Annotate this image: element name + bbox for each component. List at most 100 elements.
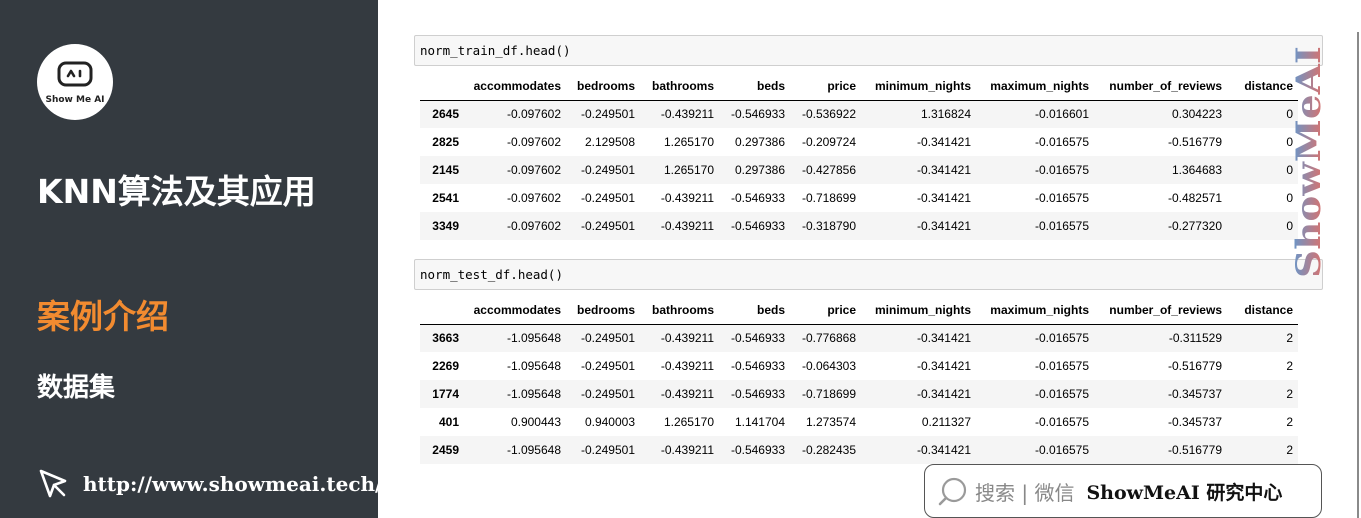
badge-brand-text: ShowMeAI 研究中心: [1086, 481, 1283, 504]
showmeai-logo[interactable]: Show Me AI: [37, 44, 113, 120]
sub-title: 数据集: [37, 373, 116, 403]
column-header: price: [790, 73, 861, 101]
table-cell: -0.439211: [660, 387, 714, 401]
table-cell: -0.546933: [730, 359, 785, 373]
column-header: bedrooms: [566, 73, 640, 101]
table-cell: -0.249501: [580, 163, 635, 177]
table-cell: -0.016575: [1034, 387, 1089, 401]
table-cell: -0.249501: [580, 359, 635, 373]
table-cell: 1.265170: [663, 415, 714, 429]
test-table-body: 3663 -1.095648 -0.249501 -0.439211 -0.546933…: [420, 324, 1298, 464]
table-cell: 0: [1286, 219, 1293, 233]
course-title: KNN算法及其应用: [37, 172, 316, 211]
table-cell: -0.097602: [506, 219, 561, 233]
table-cell: -0.546933: [730, 107, 785, 122]
table-cell: -0.016575: [1034, 191, 1089, 205]
table-cell: 1.273574: [805, 415, 856, 429]
table-cell: -0.016575: [1034, 331, 1089, 346]
row-index: 401: [438, 415, 459, 429]
table-cell: 2: [1286, 331, 1293, 346]
code-cell-train[interactable]: norm_train_df.head(): [414, 35, 1323, 66]
column-header: [420, 297, 464, 325]
row-index: 2541: [432, 191, 459, 205]
table-cell: 1.316824: [920, 107, 971, 122]
code-cell-test[interactable]: norm_test_df.head(): [414, 259, 1323, 290]
table-cell: 0: [1286, 107, 1293, 122]
table-cell: 0: [1286, 191, 1293, 205]
row-index: 3349: [432, 219, 459, 233]
train-dataframe: accommodates bedrooms bathrooms beds pri…: [420, 73, 1298, 240]
table-cell: -0.016601: [1034, 107, 1089, 122]
search-icon: [938, 477, 967, 506]
test-dataframe: accommodates bedrooms bathrooms beds pri…: [420, 297, 1298, 464]
table-cell: -0.341421: [916, 191, 971, 205]
column-header: minimum_nights: [861, 297, 976, 325]
table-cell: -0.718699: [801, 191, 856, 205]
table-cell: -0.546933: [730, 219, 785, 233]
table-cell: -0.718699: [801, 387, 856, 401]
table-cell: -0.064303: [801, 359, 856, 373]
table-cell: 1.141704: [734, 415, 785, 429]
table-cell: -0.249501: [580, 191, 635, 205]
table-cell: -0.516779: [1167, 135, 1222, 149]
table-cell: -0.277320: [1167, 219, 1222, 233]
table-row: 3663 -1.095648 -0.249501 -0.439211 -0.546933…: [420, 324, 1298, 352]
table-cell: 0.940003: [584, 415, 635, 429]
table-cell: -0.249501: [580, 331, 635, 346]
row-index: 2459: [432, 443, 459, 457]
column-header: accommodates: [464, 297, 566, 325]
table-cell: 2: [1286, 387, 1293, 401]
table-cell: -0.097602: [506, 107, 561, 122]
cursor-click-icon: [39, 469, 67, 498]
section-title: 案例介绍: [37, 297, 169, 336]
table-cell: -1.095648: [506, 387, 561, 401]
row-index: 3663: [432, 331, 459, 346]
table-cell: -0.097602: [506, 163, 561, 177]
table-row: 1774 -1.095648 -0.249501 -0.439211 -0.546933…: [420, 380, 1298, 408]
website-link[interactable]: http://www.showmeai.tech/: [83, 472, 382, 496]
table-cell: -0.249501: [580, 443, 635, 457]
table-row: 3349 -0.097602 -0.249501 -0.439211 -0.546933…: [420, 212, 1298, 240]
table-cell: 0: [1286, 163, 1293, 177]
column-header: maximum_nights: [976, 297, 1094, 325]
table-cell: -0.427856: [801, 163, 856, 177]
column-header: distance: [1227, 297, 1298, 325]
table-cell: -0.439211: [660, 191, 714, 205]
table-cell: 0.297386: [734, 135, 785, 149]
table-cell: -0.249501: [580, 219, 635, 233]
row-index: 2269: [432, 359, 459, 373]
column-header: beds: [719, 73, 790, 101]
column-header: beds: [719, 297, 790, 325]
table-cell: -0.016575: [1034, 219, 1089, 233]
table-cell: -0.546933: [730, 387, 785, 401]
column-header: [420, 73, 464, 101]
column-header: minimum_nights: [861, 73, 976, 101]
showmeai-watermark: ShowMeAI: [1290, 46, 1329, 278]
row-index: 2825: [432, 135, 459, 149]
table-cell: -0.341421: [916, 443, 971, 457]
column-header: distance: [1227, 73, 1298, 101]
table-cell: -0.097602: [506, 191, 561, 205]
table-cell: -0.341421: [916, 387, 971, 401]
table-cell: -0.776868: [801, 331, 856, 346]
table-cell: -0.311529: [1168, 331, 1222, 346]
logo-text: Show Me AI: [45, 95, 105, 105]
table-row: 2145 -0.097602 -0.249501 1.265170 0.297386 -0…: [420, 156, 1298, 184]
table-cell: -0.249501: [580, 107, 635, 122]
column-header: accommodates: [464, 73, 566, 101]
table-cell: -1.095648: [506, 359, 561, 373]
sidebar: Show Me AI KNN算法及其应用 案例介绍 数据集 http://www…: [0, 0, 382, 518]
table-cell: -0.016575: [1034, 163, 1089, 177]
table-cell: -0.536922: [801, 107, 856, 122]
column-header: maximum_nights: [976, 73, 1094, 101]
wechat-search-badge: 搜索 | 微信 ShowMeAI 研究中心: [924, 464, 1322, 518]
table-cell: 1.265170: [663, 135, 714, 149]
table-cell: 0: [1286, 135, 1293, 149]
robot-face-icon: [57, 61, 93, 87]
table-cell: -0.546933: [730, 191, 785, 205]
table-cell: -0.439211: [660, 331, 714, 346]
table-cell: -0.546933: [730, 443, 785, 457]
table-row: 401 0.900443 0.940003 1.265170 1.141704 1.273…: [420, 408, 1298, 436]
table-cell: -0.345737: [1167, 387, 1222, 401]
column-header: bathrooms: [640, 73, 719, 101]
